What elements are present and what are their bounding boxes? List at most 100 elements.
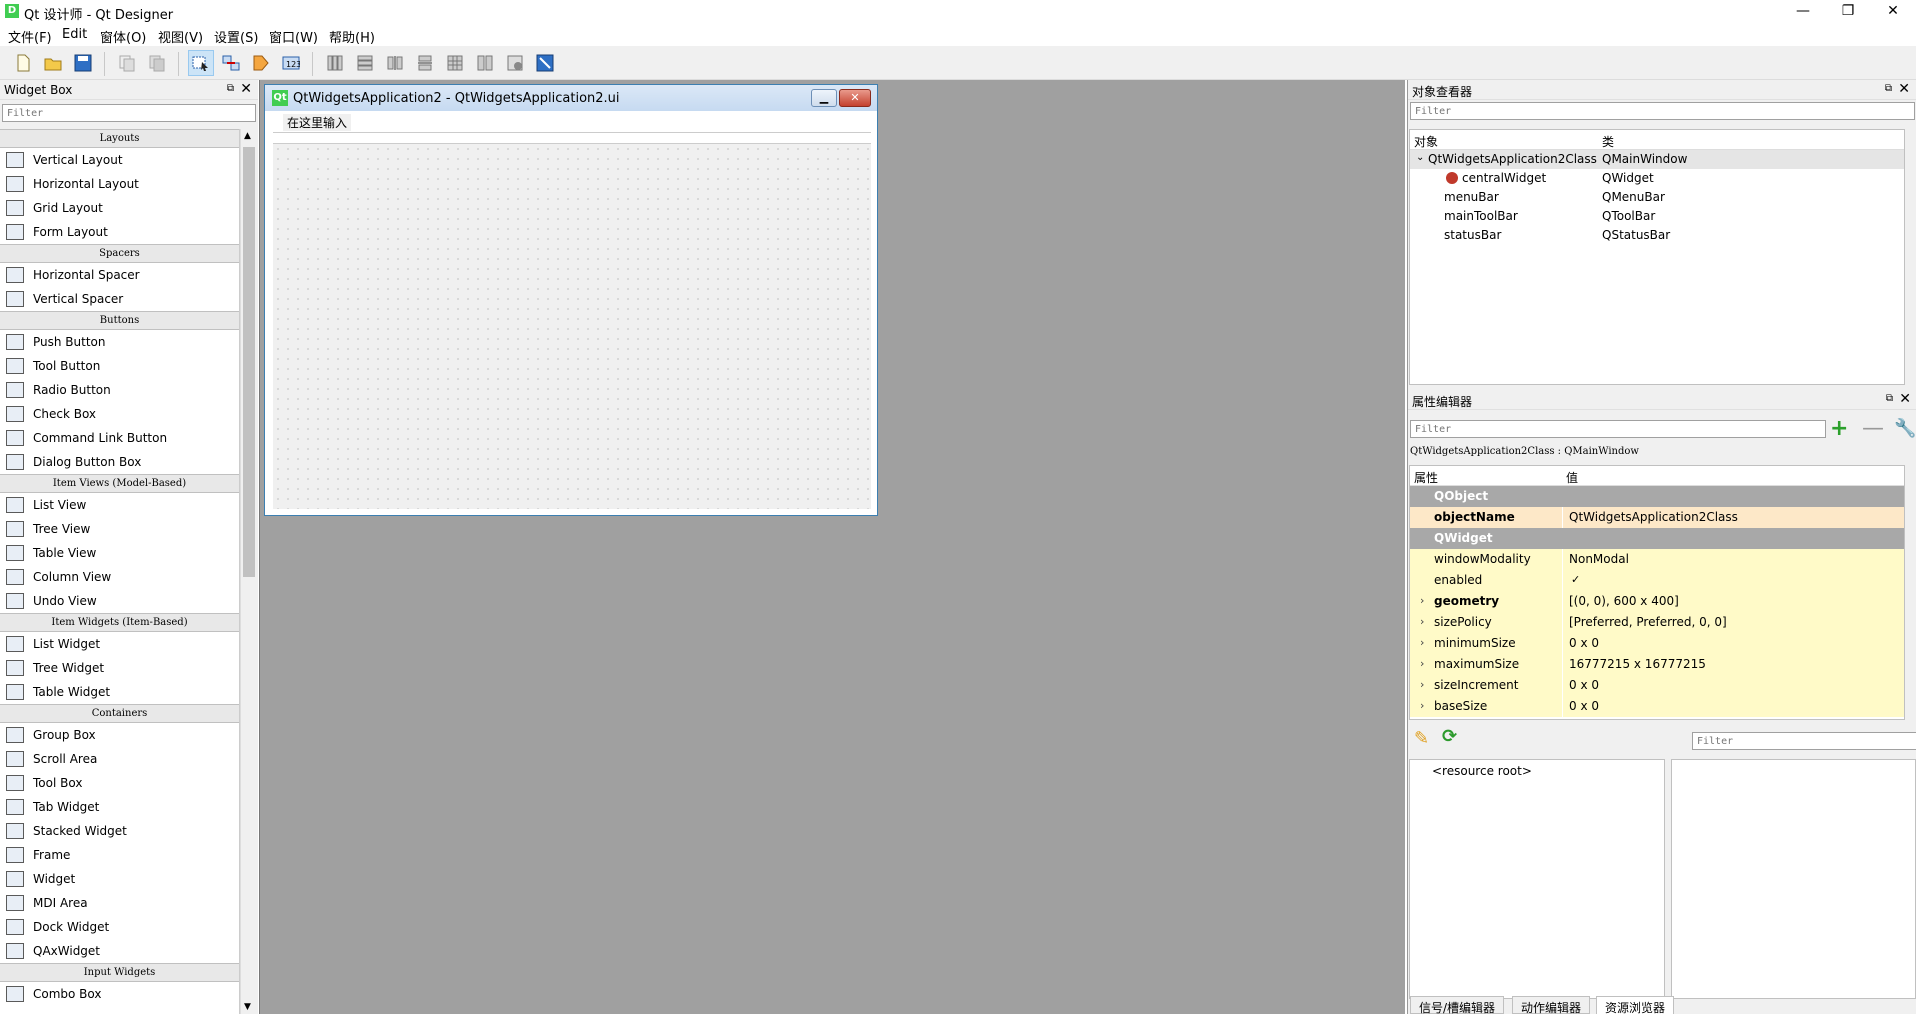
widget-item[interactable]: Horizontal Layout [0,172,239,196]
close-icon[interactable]: ✕ [240,81,252,97]
object-column-header[interactable]: 对象 [1414,133,1438,150]
form-design-grid[interactable] [273,143,871,509]
menu-help[interactable]: 帮助(H) [329,27,375,46]
close-icon[interactable]: ✕ [1899,391,1911,407]
expand-arrow-icon[interactable]: › [1420,636,1424,649]
property-row[interactable]: maximumSize 16777215 x 16777215 › [1410,654,1904,675]
expand-arrow-icon[interactable]: › [1420,615,1424,628]
widget-item[interactable]: Check Box [0,402,239,426]
property-column-header[interactable]: 属性 [1414,469,1438,486]
object-tree-row[interactable]: ⌄ QtWidgetsApplication2Class QMainWindow [1410,150,1904,169]
property-row[interactable]: sizePolicy [Preferred, Preferred, 0, 0] › [1410,612,1904,633]
widget-item[interactable]: Stacked Widget [0,819,239,843]
resource-root[interactable]: <resource root> [1432,764,1532,778]
tab-resource-browser[interactable]: 资源浏览器 [1596,996,1675,1014]
widget-category-header[interactable]: Containers [0,704,239,723]
widget-item[interactable]: Form Layout [0,220,239,244]
widget-item[interactable]: Tab Widget [0,795,239,819]
widget-item[interactable]: QAxWidget [0,939,239,963]
widget-box-scrollbar[interactable]: ▲ ▼ [240,129,257,1014]
lay-out-grid-button[interactable] [442,50,468,76]
menu-window[interactable]: 窗口(W) [269,27,318,46]
property-row[interactable]: minimumSize 0 x 0 › [1410,633,1904,654]
widget-item[interactable]: Tree View [0,517,239,541]
widget-item[interactable]: List View [0,493,239,517]
widget-item[interactable]: Widget [0,867,239,891]
widget-item[interactable]: Table Widget [0,680,239,704]
configure-icon[interactable]: 🔧 [1894,418,1916,439]
open-file-button[interactable] [40,50,66,76]
object-tree-row[interactable]: statusBar QStatusBar [1410,226,1904,245]
menu-file[interactable]: 文件(F) [8,27,52,46]
widget-item[interactable]: Tool Button [0,354,239,378]
edit-resources-icon[interactable]: ✎ [1414,728,1429,749]
widget-item[interactable]: Tree Widget [0,656,239,680]
widget-item[interactable]: Horizontal Spacer [0,263,239,287]
widget-category-header[interactable]: Item Views (Model-Based) [0,474,239,493]
property-row[interactable]: windowModality NonModal [1410,549,1904,570]
property-filter-input[interactable] [1410,420,1826,438]
widget-item[interactable]: Scroll Area [0,747,239,771]
new-file-button[interactable] [10,50,36,76]
expand-arrow-icon[interactable]: ⌄ [1416,152,1424,163]
widget-item[interactable]: Command Link Button [0,426,239,450]
widget-category-header[interactable]: Item Widgets (Item-Based) [0,613,239,632]
expand-arrow-icon[interactable]: › [1420,657,1424,670]
property-row[interactable]: objectName QtWidgetsApplication2Class [1410,507,1904,528]
property-value[interactable]: [Preferred, Preferred, 0, 0] [1563,612,1904,633]
widget-item[interactable]: Radio Button [0,378,239,402]
property-value[interactable]: 0 x 0 [1563,696,1904,717]
form-window[interactable]: Qt QtWidgetsApplication2 - QtWidgetsAppl… [264,84,878,516]
object-tree-row[interactable]: menuBar QMenuBar [1410,188,1904,207]
splitter-vertical-button[interactable] [412,50,438,76]
close-icon[interactable]: ✕ [1898,81,1910,97]
form-minimize-button[interactable]: ▁ [811,89,837,107]
edit-buddies-button[interactable] [248,50,274,76]
widget-item[interactable]: Vertical Layout [0,148,239,172]
property-value[interactable]: [(0, 0), 600 x 400] [1563,591,1904,612]
widget-item[interactable]: Frame [0,843,239,867]
widget-item[interactable]: Group Box [0,723,239,747]
expand-arrow-icon[interactable]: › [1420,699,1424,712]
float-icon[interactable]: ⧉ [1885,83,1892,94]
widget-item[interactable]: Push Button [0,330,239,354]
reload-icon[interactable]: ⟳ [1442,726,1457,747]
menu-settings[interactable]: 设置(S) [214,27,258,46]
menu-view[interactable]: 视图(V) [158,27,203,46]
property-row[interactable]: baseSize 0 x 0 › [1410,696,1904,717]
float-icon[interactable]: ⧉ [1886,393,1893,404]
enabled-checkbox[interactable]: ✓ [1563,570,1904,591]
paste-button[interactable] [144,50,170,76]
property-value[interactable]: QtWidgetsApplication2Class [1563,507,1904,528]
widget-item[interactable]: MDI Area [0,891,239,915]
property-value[interactable]: NonModal [1563,549,1904,570]
lay-out-form-button[interactable] [472,50,498,76]
type-here-menu[interactable]: 在这里输入 [283,114,352,131]
minimize-button[interactable]: — [1780,0,1826,24]
widget-item[interactable]: List Widget [0,632,239,656]
float-icon[interactable]: ⧉ [227,83,234,94]
value-column-header[interactable]: 值 [1566,469,1578,486]
widget-item[interactable]: Undo View [0,589,239,613]
property-row[interactable]: enabled ✓ [1410,570,1904,591]
lay-out-horizontally-button[interactable] [322,50,348,76]
splitter-horizontal-button[interactable] [382,50,408,76]
object-tree-row[interactable]: centralWidget QWidget [1410,169,1904,188]
object-filter-input[interactable] [1410,102,1915,120]
save-button[interactable] [70,50,96,76]
copy-button[interactable] [114,50,140,76]
expand-arrow-icon[interactable]: › [1420,594,1424,607]
maximize-button[interactable]: ❐ [1825,0,1871,24]
widget-item[interactable]: Table View [0,541,239,565]
add-dynamic-property-icon[interactable]: + [1830,416,1848,441]
adjust-size-button[interactable] [532,50,558,76]
menu-form[interactable]: 窗体(O) [100,27,146,46]
widget-item[interactable]: Vertical Spacer [0,287,239,311]
property-row[interactable]: geometry [(0, 0), 600 x 400] › [1410,591,1904,612]
resource-filter-input[interactable] [1692,732,1916,750]
scroll-down-icon[interactable]: ▼ [244,1002,251,1012]
edit-tab-order-button[interactable]: 123 [278,50,304,76]
menu-edit[interactable]: Edit [62,27,87,42]
widget-item[interactable]: Dock Widget [0,915,239,939]
lay-out-vertically-button[interactable] [352,50,378,76]
